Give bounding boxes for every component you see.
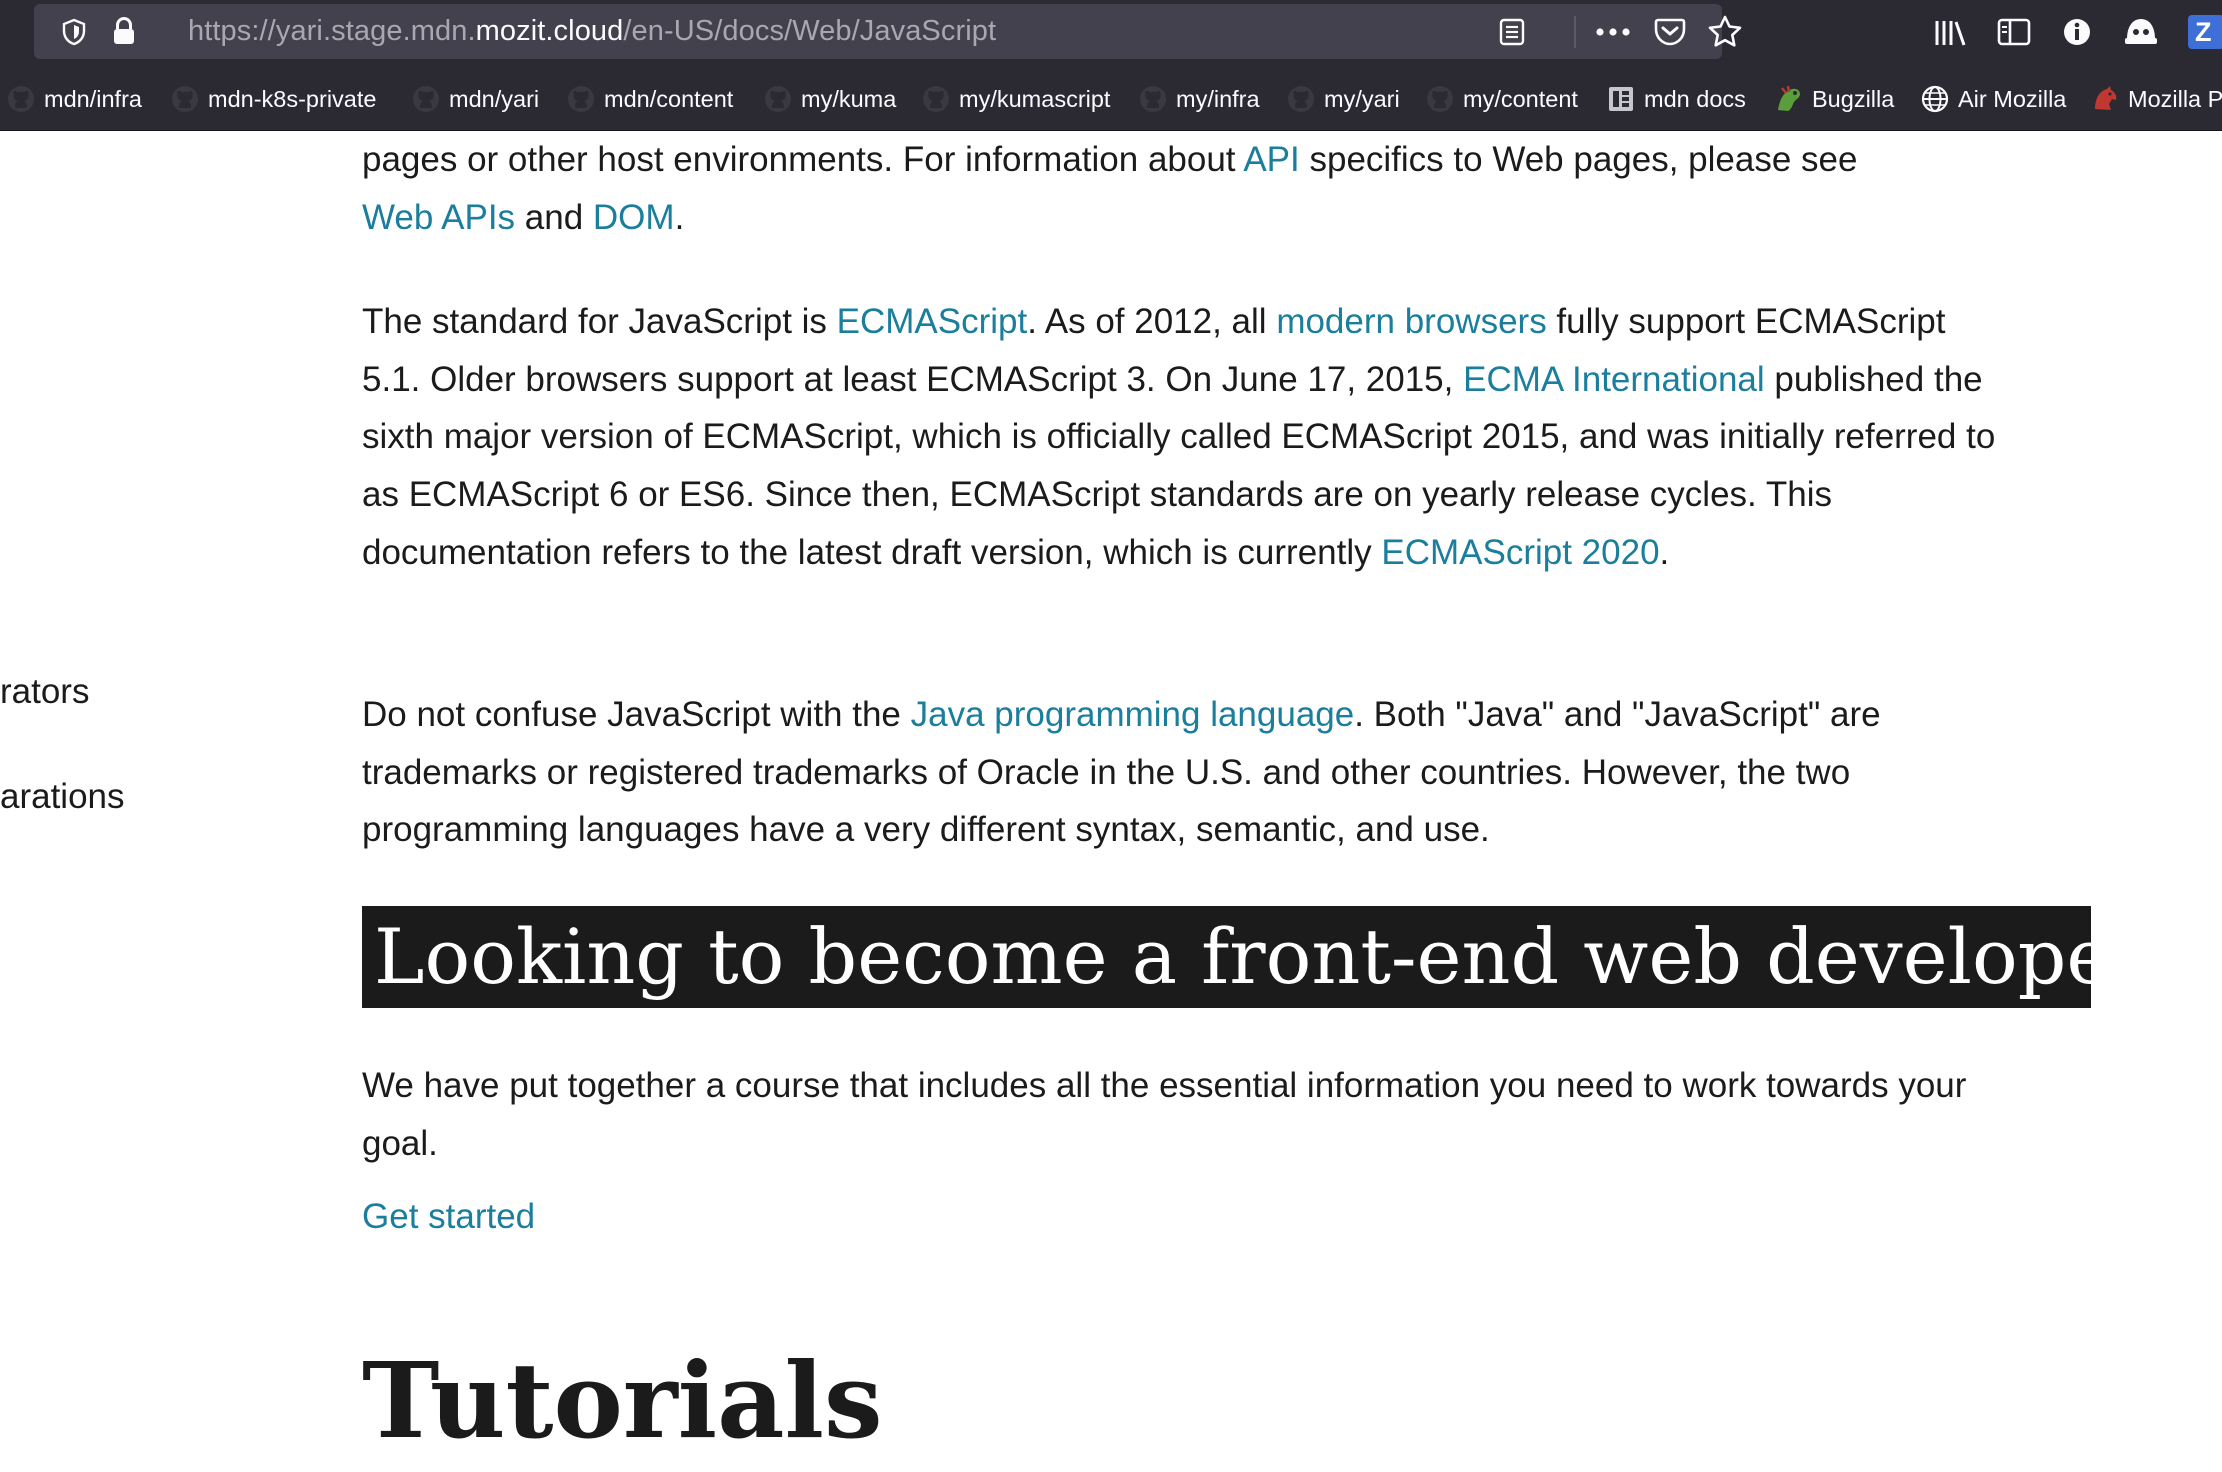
pocket-icon[interactable] xyxy=(1654,17,1686,47)
z-extension-label: Z xyxy=(2195,17,2212,47)
java-paragraph: Do not confuse JavaScript with the Java … xyxy=(362,686,2002,859)
bugzilla-icon xyxy=(1778,85,1800,111)
cta-paragraph: We have put together a course that inclu… xyxy=(362,1066,1967,1163)
browser-toolbar: https://yari.stage.mdn.mozit.cloud/en-US… xyxy=(0,0,2222,65)
info-extension-icon[interactable] xyxy=(2062,17,2092,47)
url-host: mozit.cloud xyxy=(475,15,624,47)
text: The standard for JavaScript is xyxy=(362,302,837,341)
bookmarks-toolbar: mdn/infra mdn-k8s-private mdn/yari mdn/c… xyxy=(0,65,2222,131)
text: pages or other host environments. For in… xyxy=(362,140,1244,179)
lock-icon[interactable] xyxy=(111,16,137,46)
standard-paragraph: The standard for JavaScript is ECMAScrip… xyxy=(362,293,2002,582)
github-icon xyxy=(413,86,439,112)
github-icon xyxy=(172,86,198,112)
url-text[interactable]: https://yari.stage.mdn.mozit.cloud/en-US… xyxy=(188,4,996,59)
url-separator xyxy=(1574,16,1576,48)
text: . As of 2012, all xyxy=(1027,302,1277,341)
sidebar-item-declarations[interactable]: arations xyxy=(0,777,125,817)
tutorials-heading: Tutorials xyxy=(362,1339,883,1462)
bookmark-label: mdn/infra xyxy=(44,86,142,112)
bookmark-label: my/infra xyxy=(1176,86,1260,112)
globe-icon xyxy=(1921,85,1949,113)
text: Do not confuse JavaScript with the xyxy=(362,695,911,734)
bookmark-label: mdn docs xyxy=(1644,86,1746,112)
text: specifics to Web pages, please see xyxy=(1299,140,1858,179)
bookmark-label: mdn-k8s-private xyxy=(208,86,377,112)
github-icon xyxy=(8,86,34,112)
z-extension-icon[interactable]: Z xyxy=(2188,15,2222,49)
api-link[interactable]: API xyxy=(1243,140,1299,179)
bookmark-label: my/kumascript xyxy=(959,86,1111,112)
github-icon xyxy=(1288,86,1314,112)
bookmark-label: mdn/yari xyxy=(449,86,540,112)
github-icon xyxy=(765,86,791,112)
url-scheme: https://yari.stage.mdn. xyxy=(188,15,476,47)
helmet-extension-icon[interactable] xyxy=(2123,15,2159,49)
cta-heading: Looking to become a front-end web develo… xyxy=(362,906,2091,1008)
address-bar[interactable]: https://yari.stage.mdn.mozit.cloud/en-US… xyxy=(34,4,1742,59)
github-icon xyxy=(1427,86,1453,112)
text: and xyxy=(515,197,593,237)
github-icon xyxy=(923,86,949,112)
page-content: rators arations pages or other host envi… xyxy=(0,131,2222,1472)
more-actions-icon[interactable] xyxy=(1596,28,1630,36)
sidebar-item-operators[interactable]: rators xyxy=(0,672,89,712)
java-language-link[interactable]: Java programming language xyxy=(911,695,1355,734)
bookmark-label: my/content xyxy=(1463,86,1578,112)
bookmark-label: Bugzilla xyxy=(1812,86,1895,112)
shield-icon[interactable] xyxy=(62,18,86,46)
library-icon[interactable] xyxy=(1934,18,1966,48)
text: . xyxy=(674,197,685,237)
github-icon xyxy=(568,86,594,112)
docs-icon xyxy=(1609,87,1633,111)
mozilla-icon xyxy=(2095,86,2117,110)
bookmark-label: Mozilla P xyxy=(2128,86,2222,112)
sidebar-icon[interactable] xyxy=(1997,17,2031,47)
text: . xyxy=(1659,532,1670,572)
ecma-international-link[interactable]: ECMA International xyxy=(1463,360,1765,399)
intro-paragraph: pages or other host environments. For in… xyxy=(362,131,1962,246)
reader-view-icon[interactable] xyxy=(1498,18,1526,46)
bookmark-star-icon[interactable] xyxy=(1708,15,1742,47)
web-apis-link[interactable]: Web APIs xyxy=(362,198,515,237)
get-started-link[interactable]: Get started xyxy=(362,1197,535,1237)
bookmark-label: my/yari xyxy=(1324,86,1400,112)
modern-browsers-link[interactable]: modern browsers xyxy=(1276,302,1546,341)
url-path: /en-US/docs/Web/JavaScript xyxy=(623,15,997,47)
dom-link[interactable]: DOM xyxy=(593,198,675,237)
ecmascript-2020-link[interactable]: ECMAScript 2020 xyxy=(1381,533,1659,572)
github-icon xyxy=(1140,86,1166,112)
bookmark-label: mdn/content xyxy=(604,86,734,112)
ecmascript-link[interactable]: ECMAScript xyxy=(837,302,1028,341)
bookmark-label: my/kuma xyxy=(801,86,897,112)
bookmark-label: Air Mozilla xyxy=(1958,86,2067,112)
